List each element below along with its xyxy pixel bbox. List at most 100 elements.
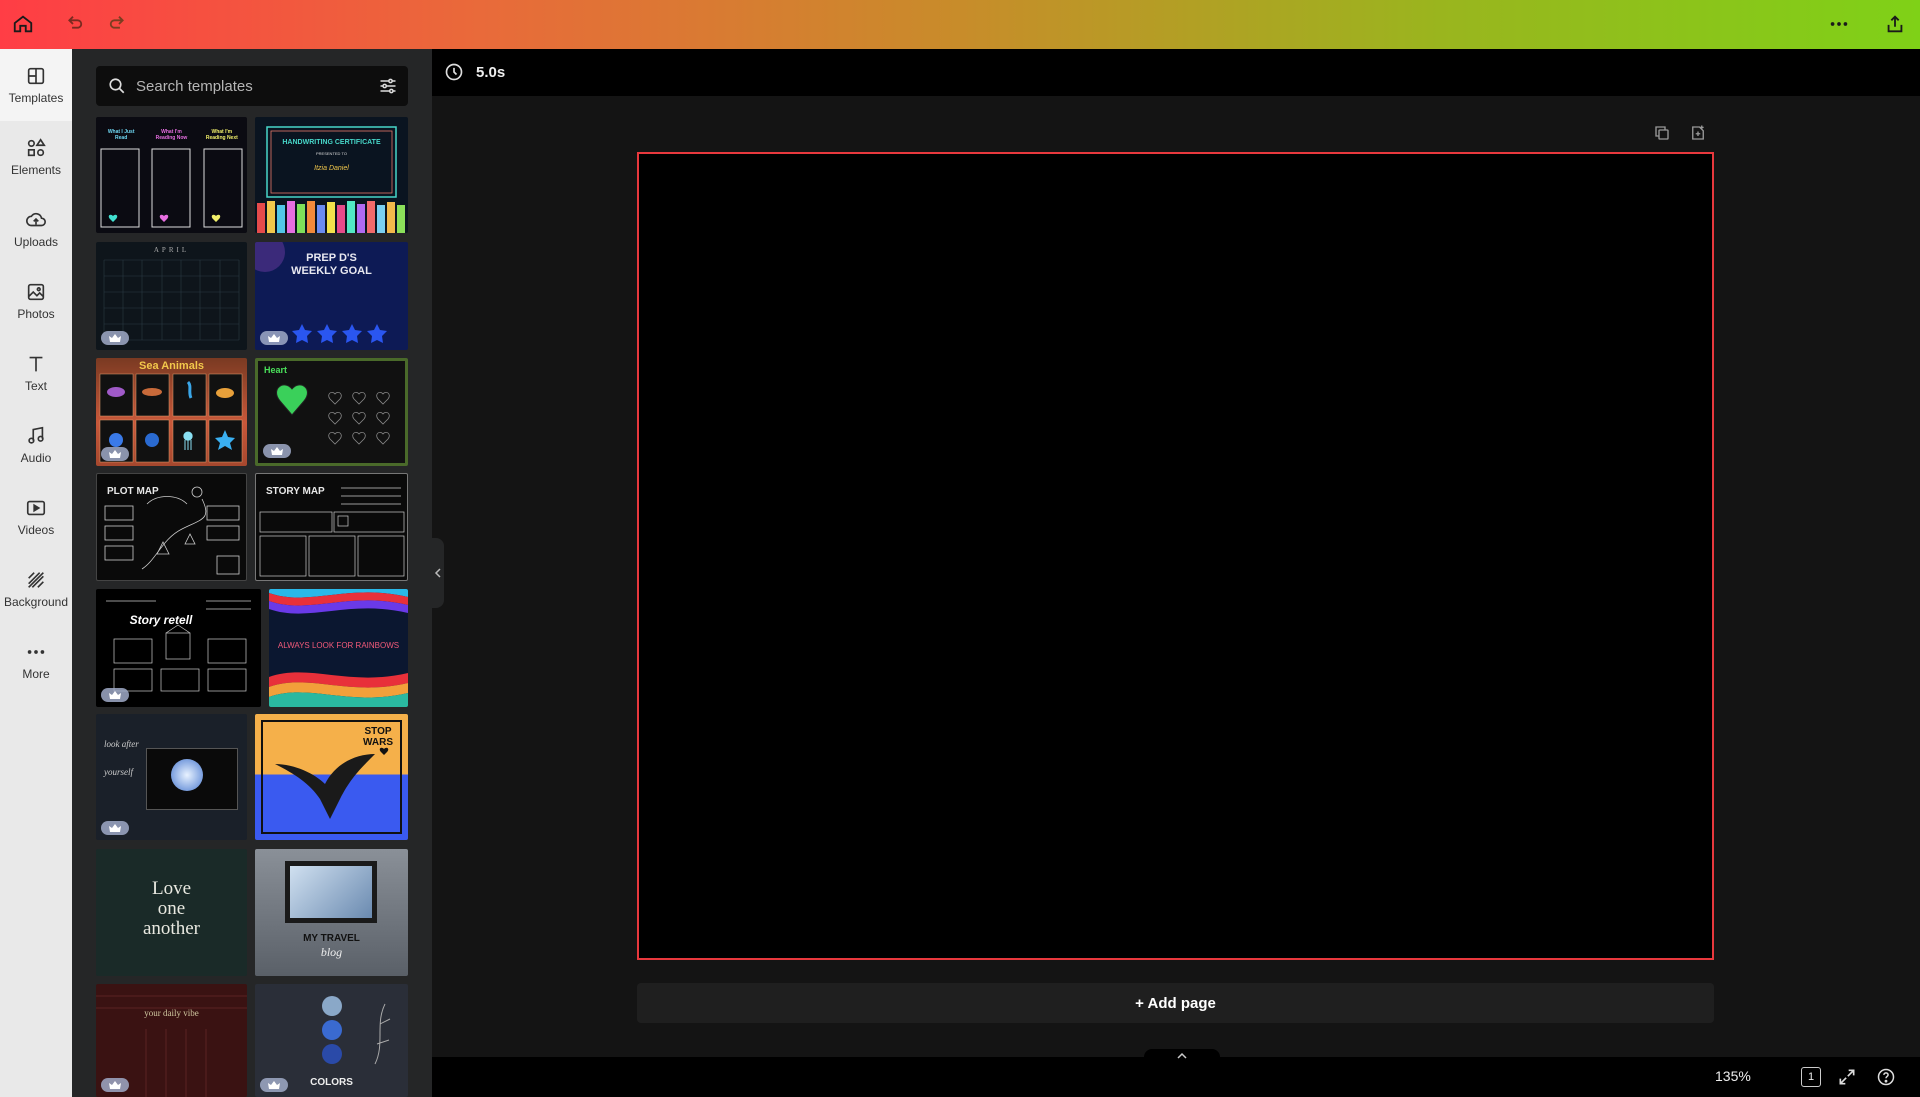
- photos-icon: [27, 283, 45, 301]
- elements-icon: [27, 138, 46, 157]
- rail-item-background[interactable]: Background: [0, 553, 72, 625]
- left-rail: Templates Elements Uploads Photos Text A…: [0, 49, 72, 1097]
- rail-item-videos[interactable]: Videos: [0, 481, 72, 553]
- videos-icon: [26, 500, 46, 516]
- page-panel-toggle[interactable]: [1144, 1049, 1220, 1063]
- rail-label: Background: [3, 595, 69, 609]
- crown-icon: [109, 333, 121, 342]
- search-icon: [109, 78, 125, 94]
- rail-item-audio[interactable]: Audio: [0, 409, 72, 481]
- share-icon[interactable]: [1879, 8, 1911, 40]
- template-card-colors[interactable]: COLORS: [255, 984, 408, 1097]
- rail-label: Text: [24, 379, 47, 393]
- template-card-travel-blog[interactable]: MY TRAVEL blog: [255, 849, 408, 976]
- templates-panel: What I Just Read What I'm Reading Now Wh…: [72, 49, 432, 1097]
- uploads-icon: [26, 212, 46, 227]
- zoom-level[interactable]: 135%: [1715, 1068, 1751, 1084]
- page-count-button[interactable]: 1: [1801, 1067, 1821, 1087]
- help-icon[interactable]: [1876, 1067, 1896, 1087]
- add-page-button[interactable]: + Add page: [637, 983, 1714, 1023]
- template-card-heart[interactable]: Heart: [255, 358, 408, 466]
- template-card-stop-wars[interactable]: STOP WARS: [255, 714, 408, 840]
- template-text: one: [157, 898, 186, 919]
- crown-icon: [268, 333, 280, 342]
- template-card-look-after-yourself[interactable]: look after yourself: [96, 714, 247, 840]
- add-page-icon[interactable]: [1689, 124, 1707, 142]
- background-icon: [28, 572, 44, 588]
- premium-badge: [101, 688, 129, 702]
- rail-label: Templates: [8, 91, 64, 105]
- template-title: MY TRAVEL: [303, 933, 360, 944]
- chevron-up-icon: [1177, 1052, 1187, 1059]
- template-card-love-one-another[interactable]: Love one another: [96, 849, 247, 976]
- template-text: blog: [320, 945, 343, 959]
- template-text: What I'm Reading Next: [205, 129, 238, 141]
- rail-label: Photos: [17, 307, 55, 321]
- more-icon[interactable]: [1823, 8, 1855, 40]
- duration-text: 5.0s: [476, 63, 506, 81]
- collapse-panel-handle[interactable]: [432, 538, 444, 608]
- premium-badge: [260, 1078, 288, 1092]
- template-card-reading-log[interactable]: What I Just Read What I'm Reading Now Wh…: [96, 117, 247, 233]
- duration-button[interactable]: 5.0s: [444, 62, 505, 82]
- template-card-sea-animals[interactable]: Sea Animals: [96, 358, 247, 466]
- redo-icon[interactable]: [103, 8, 135, 40]
- rail-item-text[interactable]: Text: [0, 337, 72, 409]
- template-card-daily-vibe[interactable]: your daily vibe: [96, 984, 247, 1097]
- rail-label: Uploads: [13, 235, 59, 249]
- template-card-handwriting-certificate[interactable]: HANDWRITING CERTIFICATE PRESENTED TO Itz…: [255, 117, 408, 233]
- template-card-rainbows[interactable]: ALWAYS LOOK FOR RAINBOWS: [269, 589, 408, 707]
- template-text: Love: [151, 878, 192, 899]
- premium-badge: [101, 447, 129, 461]
- template-text: What I'm Reading Now: [155, 129, 188, 141]
- crown-icon: [109, 449, 121, 458]
- search-box[interactable]: [96, 66, 408, 106]
- crown-icon: [271, 446, 283, 455]
- rail-item-more[interactable]: More: [0, 625, 72, 697]
- rail-label: More: [22, 667, 50, 681]
- rail-label: Videos: [17, 523, 55, 537]
- crown-icon: [109, 1080, 121, 1089]
- rail-item-photos[interactable]: Photos: [0, 265, 72, 337]
- design-canvas[interactable]: [637, 152, 1714, 960]
- undo-icon[interactable]: [57, 8, 89, 40]
- filter-icon[interactable]: [378, 76, 398, 96]
- clock-icon: [445, 63, 463, 81]
- rail-item-elements[interactable]: Elements: [0, 121, 72, 193]
- fullscreen-icon[interactable]: [1837, 1067, 1857, 1087]
- premium-badge: [101, 821, 129, 835]
- text-icon: [29, 356, 43, 372]
- template-text: Itzia Daniel: [314, 165, 349, 172]
- bottom-bar: 135% 1: [432, 1049, 1920, 1097]
- premium-badge: [263, 444, 291, 458]
- template-card-weekly-goal[interactable]: PREP D'S WEEKLY GOAL: [255, 242, 408, 350]
- rail-item-uploads[interactable]: Uploads: [0, 193, 72, 265]
- template-card-story-map[interactable]: STORY MAP: [255, 473, 408, 581]
- more-icon: [27, 650, 45, 654]
- chevron-left-icon: [434, 568, 441, 578]
- rail-label: Elements: [10, 163, 62, 177]
- template-card-story-retell[interactable]: Story retell: [96, 589, 261, 707]
- timing-bar: 5.0s: [432, 49, 1920, 96]
- template-card-april-calendar[interactable]: APRIL: [96, 242, 247, 350]
- crown-icon: [109, 690, 121, 699]
- premium-badge: [101, 331, 129, 345]
- duplicate-page-icon[interactable]: [1653, 124, 1671, 142]
- crown-icon: [109, 823, 121, 832]
- template-title: ALWAYS LOOK FOR RAINBOWS: [277, 641, 400, 650]
- rail-item-templates[interactable]: Templates: [0, 49, 72, 121]
- template-text: PRESENTED TO: [316, 151, 347, 156]
- audio-icon: [28, 426, 44, 444]
- template-text: What I Just Read: [107, 129, 135, 141]
- template-card-plot-map[interactable]: PLOT MAP: [96, 473, 247, 581]
- top-toolbar: [0, 0, 1920, 49]
- search-input[interactable]: [136, 77, 366, 95]
- templates-icon: [27, 67, 45, 85]
- premium-badge: [260, 331, 288, 345]
- rail-label: Audio: [20, 451, 52, 465]
- template-title: HANDWRITING CERTIFICATE: [282, 139, 381, 146]
- page-count: 1: [1807, 1071, 1815, 1083]
- crown-icon: [268, 1080, 280, 1089]
- premium-badge: [101, 1078, 129, 1092]
- home-icon[interactable]: [7, 8, 39, 40]
